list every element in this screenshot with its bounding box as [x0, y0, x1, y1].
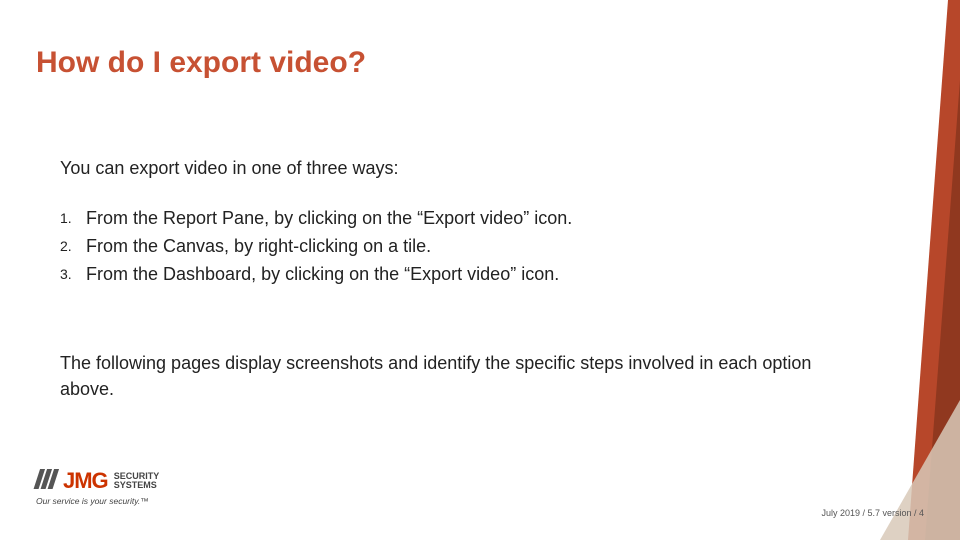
list-item: 2. From the Canvas, by right-clicking on…: [60, 233, 572, 261]
logo-stripes-icon: [32, 469, 61, 494]
list-number: 3.: [60, 261, 86, 289]
intro-text: You can export video in one of three way…: [60, 158, 399, 179]
list-number: 1.: [60, 205, 86, 233]
list-number: 2.: [60, 233, 86, 261]
footer-text: July 2019 / 5.7 version / 4: [821, 508, 924, 518]
logo: JMG SECURITY SYSTEMS Our service is your…: [36, 468, 159, 506]
list-item: 3. From the Dashboard, by clicking on th…: [60, 261, 572, 289]
list-text: From the Report Pane, by clicking on the…: [86, 205, 572, 233]
list-text: From the Dashboard, by clicking on the “…: [86, 261, 559, 289]
logo-line2: SYSTEMS: [114, 481, 160, 490]
list-item: 1. From the Report Pane, by clicking on …: [60, 205, 572, 233]
logo-tagline: Our service is your security.™: [36, 496, 159, 506]
steps-list: 1. From the Report Pane, by clicking on …: [60, 205, 572, 289]
outro-text: The following pages display screenshots …: [60, 350, 840, 402]
logo-brand: JMG: [63, 468, 108, 494]
slide-title: How do I export video?: [36, 46, 366, 80]
corner-art: [850, 0, 960, 540]
list-text: From the Canvas, by right-clicking on a …: [86, 233, 431, 261]
slide: How do I export video? You can export vi…: [0, 0, 960, 540]
